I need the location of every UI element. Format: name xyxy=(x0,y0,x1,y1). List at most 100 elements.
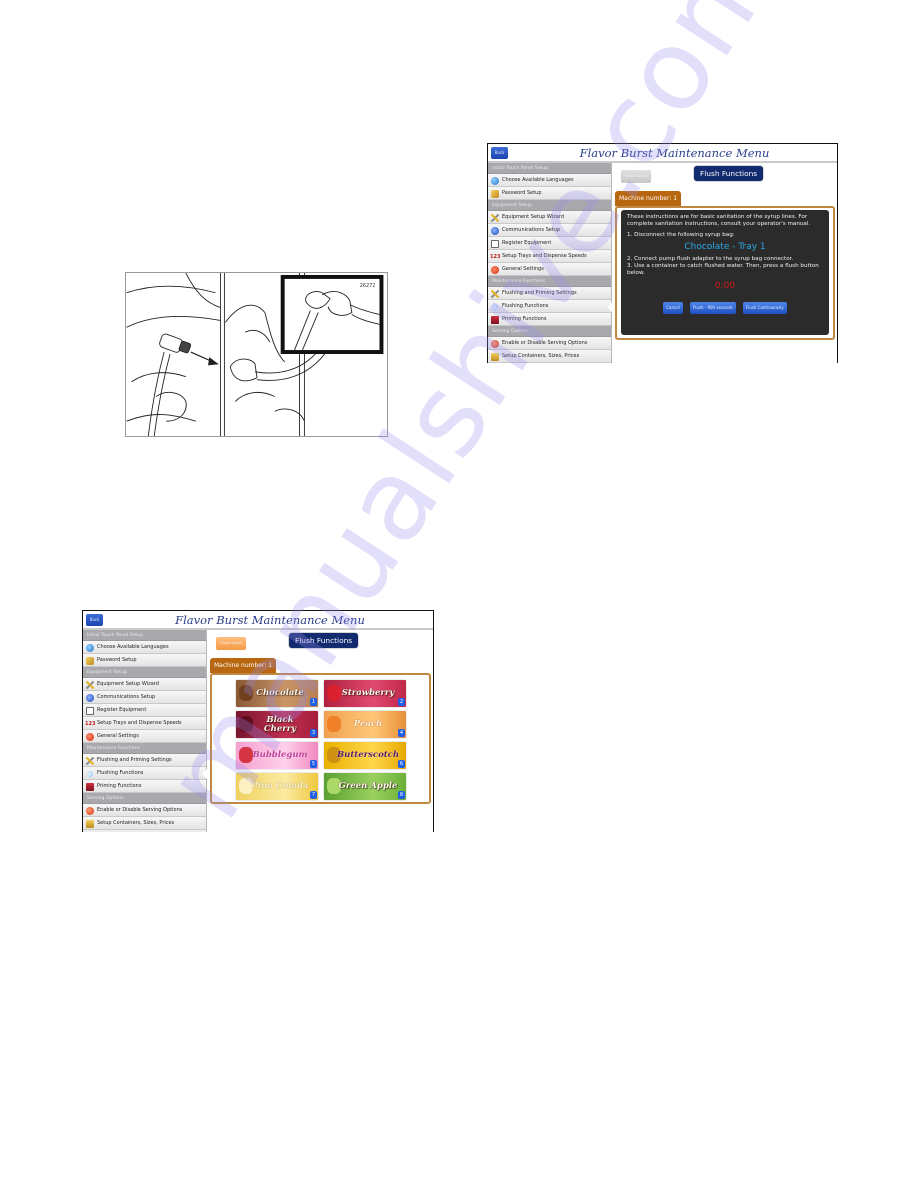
globe-icon xyxy=(86,644,94,652)
machine-panel: Chocolate 1 Strawberry 2 Black Cherry 3 Pea… xyxy=(210,673,431,804)
sidebar-item-label: Communications Setup xyxy=(97,694,156,700)
tray-badge: 6 xyxy=(398,760,405,768)
sidebar-item-equipment-wizard[interactable]: Equipment Setup Wizard xyxy=(488,211,611,224)
sidebar-item-password-setup[interactable]: Password Setup xyxy=(83,654,206,667)
sidebar-item-setup-containers[interactable]: Setup Containers, Sizes, Prices xyxy=(488,350,611,363)
sidebar-item-choose-languages[interactable]: Choose Available Languages xyxy=(83,641,206,654)
sidebar-header-serving-options: Serving Options xyxy=(83,793,206,804)
flush-timed-button[interactable]: Flush - 900 seconds xyxy=(689,302,736,314)
dialog-step-3: 3. Use a container to catch flushed wate… xyxy=(627,263,819,276)
trays-icon: 123 xyxy=(490,254,501,260)
sidebar-item-label: Equipment Setup Wizard xyxy=(502,214,564,220)
dialog-buttons: Cancel Flush - 900 seconds Flush Continu… xyxy=(627,294,823,314)
sidebar-item-password-setup[interactable]: Password Setup xyxy=(488,187,611,200)
sidebar-item-label: Password Setup xyxy=(502,190,542,196)
sidebar-item-label: Setup Containers, Sizes, Prices xyxy=(97,820,175,826)
sidebar-item-priming-functions[interactable]: Priming Functions xyxy=(488,313,611,326)
sidebar-item-label: Flushing and Priming Settings xyxy=(97,757,172,763)
sidebar-item-label: Flushing and Priming Settings xyxy=(502,290,577,296)
document-icon xyxy=(86,707,94,715)
sidebar-item-label: Setup Trays and Dispense Speeds xyxy=(502,253,587,259)
machine-panel: These instructions are for basic sanitat… xyxy=(615,206,835,340)
sidebar-item-general-settings[interactable]: General Settings xyxy=(83,730,206,743)
sidebar-item-label: General Settings xyxy=(502,266,544,272)
sidebar-item-setup-trays[interactable]: 123 Setup Trays and Dispense Speeds xyxy=(488,250,611,263)
flavor-tile-chocolate[interactable]: Chocolate 1 xyxy=(236,680,318,707)
flavor-tile-bubblegum[interactable]: Bubblegum 5 xyxy=(236,742,318,769)
key-icon xyxy=(491,190,499,198)
sidebar-item-flushing-functions[interactable]: Flushing Functions xyxy=(488,300,612,313)
sidebar-item-priming-functions[interactable]: Priming Functions xyxy=(83,780,206,793)
flavor-tile-green-apple[interactable]: Green Apple 8 xyxy=(324,773,406,800)
containers-icon xyxy=(86,820,94,828)
sidebar-item-flushing-functions[interactable]: Flushing Functions xyxy=(83,767,207,780)
key-icon xyxy=(86,657,94,665)
machine-tab[interactable]: Machine number: 1 xyxy=(210,658,277,673)
machine-tab[interactable]: Machine number: 1 xyxy=(615,191,682,206)
pump-icon xyxy=(491,316,499,324)
tray-badge: 7 xyxy=(310,791,317,799)
sidebar-header-initial-setup: Initial Touch Panel Setup xyxy=(488,163,611,174)
flavor-tile-butterscotch[interactable]: Butterscotch 6 xyxy=(324,742,406,769)
flush-continuously-button[interactable]: Flush Continuously xyxy=(742,302,787,314)
containers-icon xyxy=(491,353,499,361)
sidebar-item-flushing-priming-settings[interactable]: Flushing and Priming Settings xyxy=(488,287,611,300)
app-titlebar: Back Flavor Burst Maintenance Menu xyxy=(488,144,837,163)
tools-icon xyxy=(491,214,499,222)
sidebar-item-communications-setup[interactable]: Communications Setup xyxy=(83,691,206,704)
communications-icon xyxy=(491,227,499,235)
flavor-tile-black-cherry[interactable]: Black Cherry 3 xyxy=(236,711,318,738)
sidebar-item-label: Enable or Disable Serving Options xyxy=(97,807,183,813)
sidebar-item-enable-serving-options[interactable]: Enable or Disable Serving Options xyxy=(83,804,206,817)
sidebar-item-label: Communications Setup xyxy=(502,227,561,233)
sidebar-item-flushing-priming-settings[interactable]: Flushing and Priming Settings xyxy=(83,754,206,767)
sidebar-item-communications-setup[interactable]: Communications Setup xyxy=(488,224,611,237)
app-titlebar: Back Flavor Burst Maintenance Menu xyxy=(83,611,433,630)
pump-icon xyxy=(86,783,94,791)
main-content: Flush Spout Flush Functions Machine numb… xyxy=(208,630,433,832)
dialog-step-1: 1. Disconnect the following syrup bag: xyxy=(627,232,735,238)
flavor-name: Bubblegum xyxy=(252,750,308,761)
sidebar-item-label: Flushing Functions xyxy=(502,303,549,309)
flavor-tile-strawberry[interactable]: Strawberry 2 xyxy=(324,680,406,707)
sidebar-item-choose-languages[interactable]: Choose Available Languages xyxy=(488,174,611,187)
tools-icon xyxy=(86,757,94,765)
sidebar-item-setup-trays[interactable]: 123 Setup Trays and Dispense Speeds xyxy=(83,717,206,730)
flavor-tile-peach[interactable]: Peach 4 xyxy=(324,711,406,738)
figure-number: 26272 xyxy=(360,283,376,289)
sidebar-item-label: Register Equipment xyxy=(502,240,552,246)
sidebar-item-label: Register Equipment xyxy=(97,707,147,713)
tray-badge: 8 xyxy=(398,791,405,799)
back-button[interactable]: Back xyxy=(491,147,508,159)
cancel-button[interactable]: Cancel xyxy=(663,302,683,314)
sidebar-item-label: Setup Trays and Dispense Speeds xyxy=(97,720,182,726)
flavor-name: Strawberry xyxy=(341,688,395,699)
tools-icon xyxy=(86,681,94,689)
section-title: Flush Functions xyxy=(694,166,764,181)
syrup-bag-name: Chocolate - Tray 1 xyxy=(684,242,766,252)
sidebar-item-label: Priming Functions xyxy=(97,783,142,789)
sidebar-item-label: Choose Available Languages xyxy=(502,177,574,183)
sidebar: Initial Touch Panel Setup Choose Availab… xyxy=(488,163,612,363)
globe-icon xyxy=(491,177,499,185)
gear-icon xyxy=(491,266,499,274)
sidebar-item-equipment-wizard[interactable]: Equipment Setup Wizard xyxy=(83,678,206,691)
tray-badge: 2 xyxy=(398,698,405,706)
flush-spout-button[interactable]: Flush Spout xyxy=(621,170,651,183)
back-button[interactable]: Back xyxy=(86,614,103,626)
flavor-tile-pina-colada[interactable]: Pina Colada 7 xyxy=(236,773,318,800)
sidebar-item-label: Setup Containers, Sizes, Prices xyxy=(502,353,580,359)
sidebar-item-label: Password Setup xyxy=(97,657,137,663)
flavor-name: Black Cherry xyxy=(263,715,297,734)
sidebar-item-enable-serving-options[interactable]: Enable or Disable Serving Options xyxy=(488,337,611,350)
flush-instructions-dialog: These instructions are for basic sanitat… xyxy=(621,210,829,335)
sidebar-header-maintenance: Maintenance Functions xyxy=(83,743,206,754)
flush-spout-button[interactable]: Flush Spout xyxy=(216,637,246,650)
flavor-name: Chocolate xyxy=(256,688,304,699)
sidebar-item-setup-containers[interactable]: Setup Containers, Sizes, Prices xyxy=(83,817,206,830)
sidebar-item-general-settings[interactable]: General Settings xyxy=(488,263,611,276)
sidebar-item-register-equipment[interactable]: Register Equipment xyxy=(488,237,611,250)
tools-icon xyxy=(491,290,499,298)
sidebar-item-register-equipment[interactable]: Register Equipment xyxy=(83,704,206,717)
tray-badge: 1 xyxy=(310,698,317,706)
